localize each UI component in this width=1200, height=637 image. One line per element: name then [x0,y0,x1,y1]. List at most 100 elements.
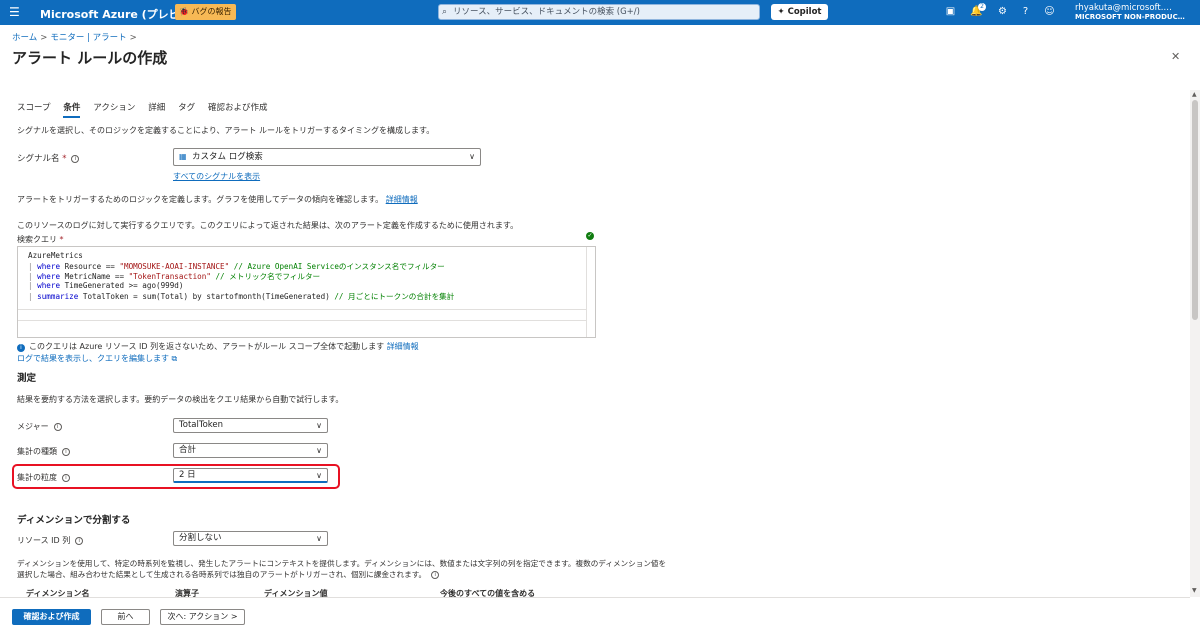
editor-scrollbar[interactable] [586,247,595,337]
show-all-signals-link[interactable]: すべてのシグナルを表示 [173,171,260,182]
gear-icon[interactable]: ⚙ [996,5,1009,18]
required-mark: * [62,154,67,164]
info-icon[interactable]: i [71,155,80,163]
info-icon[interactable]: i [75,537,84,545]
wizard-tabs: スコープ 条件 アクション 詳細 タグ 確認および作成 [17,101,278,118]
dimension-section-title: ディメンションで分割する [17,515,131,526]
tab-actions[interactable]: アクション [93,101,135,116]
scroll-down-icon[interactable]: ▼ [1192,587,1197,594]
measurement-section-title: 測定 [17,373,37,384]
help-icon[interactable]: ? [1019,5,1032,18]
open-in-logs-icon: ⧉ [171,354,178,363]
bug-report-button[interactable]: 🐞 バグの報告 [175,4,236,20]
query-line-1: AzureMetrics [28,251,83,260]
log-search-icon: ▦ [179,152,187,161]
info-icon[interactable]: i [53,423,62,431]
tenant-name[interactable]: MICROSOFT NON-PRODUC… [1075,13,1193,21]
required-mark: * [59,235,64,244]
breadcrumb-home[interactable]: ホーム [12,33,37,43]
search-icon: ⌕ [442,7,448,17]
scroll-up-icon[interactable]: ▲ [1192,91,1197,98]
logic-learn-more-link[interactable]: 詳細情報 [386,195,418,204]
query-intro-text: このリソースのログに対して実行するクエリです。このクエリによって返された結果は、… [17,221,519,230]
query-string: "TokenTransaction" [128,272,211,281]
query-comment: // Azure OpenAI Serviceのインスタンス名でフィルター [229,262,445,271]
query-keyword: summarize [37,292,79,301]
copilot-icon: ✦ [777,7,785,17]
query-string: "MOMOSUKE-AOAI-INSTANCE" [119,262,230,271]
hamburger-menu-icon[interactable]: ☰ [9,6,20,18]
logic-text: アラートをトリガーするためのロジックを定義します。グラフを使用してデータの傾向を… [17,194,418,205]
chevron-down-icon: ∨ [316,421,322,430]
query-label-text: 検索クエリ [17,235,57,244]
chevron-right-icon: > [129,33,137,43]
aggregation-type-dropdown[interactable]: 合計 ∨ [173,443,328,458]
query-note-learn-more-link[interactable]: 詳細情報 [387,342,419,351]
dimension-desc-line-2-text: 選択した場合、組み合わせた結果として生成される各時系列では独自のアラートがトリガ… [17,570,427,579]
query-expr: TotalToken = sum(Total) by startofmonth(… [78,292,330,301]
query-expr: Resource == [60,262,120,271]
scrollbar-thumb[interactable] [1192,100,1198,320]
chevron-right-icon: > [40,33,48,43]
view-logs-link[interactable]: ログで結果を表示し、クエリを編集します ⧉ [17,353,177,364]
feedback-icon[interactable]: ☺ [1043,5,1056,18]
top-bar: ☰ Microsoft Azure (プレビュー) 🐞 バグの報告 ⌕ リソース… [0,0,1200,25]
query-expr: TimeGenerated >= ago(999d) [60,281,184,290]
query-note: i このクエリは Azure リソース ID 列を返さないため、アラートがルール … [17,341,419,352]
page-scrollbar[interactable]: ▲ ▼ [1190,90,1200,597]
aggregation-type-label: 集計の種類 i [17,446,70,457]
resource-id-dropdown[interactable]: 分割しない ∨ [173,531,328,546]
query-keyword: where [37,262,61,271]
validation-check-icon: ✓ [586,232,594,240]
tab-review-create[interactable]: 確認および作成 [208,101,268,116]
bug-report-label: バグの報告 [191,7,232,16]
user-name[interactable]: rhyakuta@microsoft.… [1075,3,1193,13]
dimension-desc-line-1: ディメンションを使用して、特定の時系列を監視し、発生したアラートにコンテキストを… [17,559,667,568]
close-icon[interactable]: ✕ [1171,50,1180,63]
bug-icon: 🐞 [179,7,189,16]
signal-dropdown[interactable]: ▦ カスタム ログ検索 ∨ [173,148,481,166]
highlight-box [12,464,340,489]
query-comment: // 月ごとにトークンの合計を集計 [329,292,455,301]
previous-button[interactable]: 前へ [101,609,150,625]
next-actions-button[interactable]: 次へ: アクション > [160,609,245,625]
editor-divider [18,320,587,321]
info-icon[interactable]: i [431,571,440,579]
breadcrumb-monitor-alerts[interactable]: モニター | アラート [50,33,126,43]
resource-id-label: リソース ID 列 i [17,535,84,546]
measure-dropdown[interactable]: TotalToken ∨ [173,418,328,433]
tab-tags[interactable]: タグ [178,101,195,116]
dimension-desc-line-2: 選択した場合、組み合わせた結果として生成される各時系列では独自のアラートがトリガ… [17,569,440,580]
signal-value: カスタム ログ検索 [192,152,263,162]
chevron-down-icon: ∨ [316,446,322,455]
chevron-down-icon: ∨ [316,534,322,543]
tab-details[interactable]: 詳細 [148,101,165,116]
resource-id-label-text: リソース ID 列 [17,536,71,545]
cloud-shell-icon[interactable]: ▣ [944,5,957,18]
signal-label: シグナル名 * i [17,152,80,164]
query-line-5: | summarize TotalToken = sum(Total) by s… [28,292,455,301]
aggregation-type-value: 合計 [179,445,197,455]
review-create-button[interactable]: 確認および作成 [12,609,91,625]
breadcrumb: ホーム > モニター | アラート > [12,31,140,43]
info-icon[interactable]: i [62,448,70,456]
measure-value: TotalToken [179,420,224,430]
copilot-button[interactable]: ✦ Copilot [771,4,828,20]
query-keyword: where [37,281,61,290]
tab-scope[interactable]: スコープ [17,101,51,116]
measure-label: メジャー i [17,421,62,432]
copilot-label: Copilot [787,7,822,17]
search-placeholder: リソース、サービス、ドキュメントの検索 (G+/) [453,7,640,17]
tab-condition[interactable]: 条件 [63,101,81,118]
notification-badge: 2 [978,3,986,11]
logic-text-body: アラートをトリガーするためのロジックを定義します。グラフを使用してデータの傾向を… [17,195,384,204]
more-options-icon[interactable]: ··· [155,51,165,62]
info-filled-icon: i [17,344,25,352]
aggregation-type-label-text: 集計の種類 [17,447,57,456]
query-keyword: where [37,272,61,281]
global-search-input[interactable]: ⌕ リソース、サービス、ドキュメントの検索 (G+/) [438,4,760,20]
query-comment: // メトリック名でフィルター [210,272,321,281]
view-logs-text: ログで結果を表示し、クエリを編集します [17,354,169,363]
query-editor[interactable]: AzureMetrics | where Resource == "MOMOSU… [17,246,596,338]
signal-label-text: シグナル名 [17,154,60,164]
